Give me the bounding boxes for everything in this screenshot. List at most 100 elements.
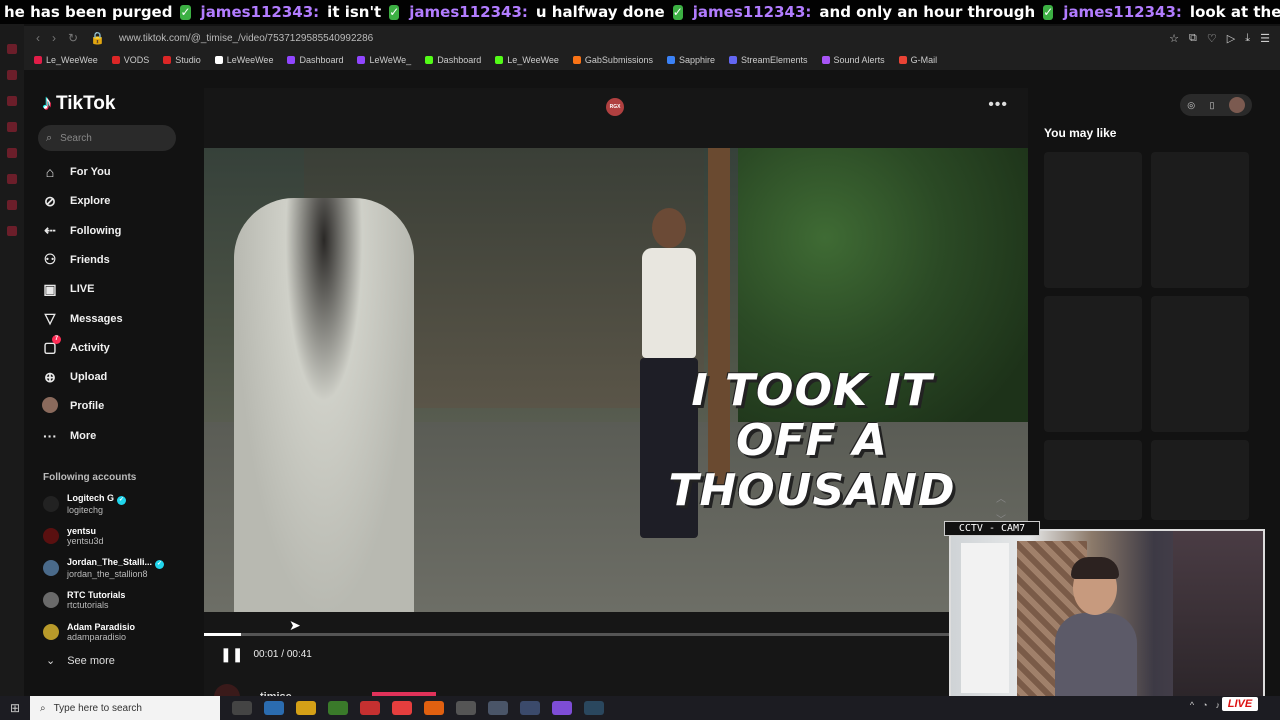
extension-icon[interactable]: ⧉: [1189, 32, 1197, 45]
avatar: [43, 592, 59, 608]
following-account[interactable]: RTC Tutorials rtctutorials: [43, 586, 203, 614]
app-icon[interactable]: [456, 701, 476, 715]
brave-icon[interactable]: [424, 701, 444, 715]
sidebar-item-live[interactable]: ▣ LIVE: [42, 279, 94, 299]
tiktok-logo[interactable]: ♪ TikTok: [42, 92, 115, 115]
app-icon[interactable]: [488, 701, 508, 715]
video-player[interactable]: I TOOK IT OFF A THOUSAND ︿ ﹀ ♥: [204, 148, 1028, 612]
account-handle: adamparadisio: [67, 632, 127, 642]
bookmark-item[interactable]: G-Mail: [898, 55, 937, 65]
volume-icon[interactable]: ♪: [1216, 700, 1221, 710]
sidebar-item-following[interactable]: ⇠ Following: [42, 221, 121, 241]
chevron-up-icon[interactable]: ︿: [996, 490, 1006, 505]
recommendation-thumb[interactable]: [1151, 440, 1249, 520]
sidebar-item-friends[interactable]: ⚇ Friends: [42, 250, 110, 270]
account-name-text: Jordan_The_Stalli...: [67, 557, 153, 567]
side-panel-icon[interactable]: [7, 226, 17, 236]
menu-icon[interactable]: ☰: [1260, 32, 1270, 45]
account-names: Logitech G ✓ logitechg: [67, 493, 126, 515]
side-panel-icon[interactable]: [7, 44, 17, 54]
compass-icon[interactable]: ◎: [1187, 100, 1195, 111]
windows-start-icon[interactable]: ⊞: [0, 701, 30, 715]
bookmark-favicon-icon: [357, 56, 366, 64]
search-box[interactable]: ⌕: [38, 125, 176, 151]
back-icon[interactable]: ‹: [36, 31, 40, 45]
side-panel-icon[interactable]: [7, 70, 17, 80]
profile-avatar[interactable]: [1228, 97, 1245, 113]
avatar: [43, 528, 59, 544]
bookmark-item[interactable]: Sapphire: [666, 55, 715, 65]
bookmark-item[interactable]: Le_WeeWee: [34, 55, 98, 65]
recommendation-thumb[interactable]: [1151, 152, 1249, 288]
side-panel-icon[interactable]: [7, 174, 17, 184]
bookmark-item[interactable]: Sound Alerts: [821, 55, 885, 65]
sidebar-item-explore[interactable]: ⊘ Explore: [42, 191, 110, 211]
caption-line: THOUSAND: [668, 465, 956, 516]
webcam-person: [1051, 557, 1141, 704]
side-panel-icon[interactable]: [7, 200, 17, 210]
discord-icon[interactable]: [552, 701, 572, 715]
taskbar: ⊞ ⌕ Type here to search ^ ◔ ♪: [0, 696, 1280, 720]
network-icon[interactable]: ◔: [1202, 700, 1207, 710]
steam-icon[interactable]: [584, 701, 604, 715]
sidebar-item-profile[interactable]: Profile: [42, 396, 104, 416]
sidebar-item-activity[interactable]: ▢ 7 Activity: [42, 334, 110, 358]
video-caption: I TOOK IT OFF A THOUSAND: [652, 366, 972, 516]
inbox-icon[interactable]: ▯: [1209, 100, 1214, 111]
video-panel: RGX ••• I TOOK IT OFF A THOUSAND ︿ ﹀: [204, 88, 1028, 710]
recommendation-thumb[interactable]: [1044, 296, 1142, 432]
forward-icon[interactable]: ›: [52, 31, 56, 45]
following-account[interactable]: Jordan_The_Stalli... ✓ jordan_the_stallion…: [43, 554, 203, 582]
bookmark-item[interactable]: LeWeWe_: [357, 55, 411, 65]
sidebar-item-for-you[interactable]: ⌂ For You: [42, 162, 111, 182]
bookmark-favicon-icon: [898, 56, 907, 64]
progress-bar[interactable]: [204, 633, 950, 636]
reload-icon[interactable]: ↻: [68, 31, 78, 45]
app-icon[interactable]: [328, 701, 348, 715]
app-icon[interactable]: [360, 701, 380, 715]
sidebar-item-upload[interactable]: ⊕ Upload: [42, 367, 107, 387]
following-account[interactable]: Logitech G ✓ logitechg: [43, 490, 203, 518]
nav-buttons: ‹ › ↻ 🔒: [24, 31, 105, 45]
channel-badge[interactable]: RGX: [606, 98, 624, 116]
recommendation-thumb[interactable]: [1151, 296, 1249, 432]
side-panel-icon[interactable]: [7, 148, 17, 158]
app-icon[interactable]: [520, 701, 540, 715]
bookmark-item[interactable]: LeWeeWee: [214, 55, 273, 65]
opera-icon[interactable]: [392, 701, 412, 715]
side-panel-icon[interactable]: [7, 122, 17, 132]
more-options-icon[interactable]: •••: [988, 96, 1008, 114]
sidebar-item-messages[interactable]: ▽ Messages: [42, 309, 123, 329]
bookmark-item[interactable]: Dashboard: [287, 55, 343, 65]
bookmark-icon[interactable]: ☆: [1169, 32, 1179, 45]
app-icon[interactable]: [264, 701, 284, 715]
following-account[interactable]: yentsu yentsu3d: [43, 522, 203, 550]
task-view-icon[interactable]: [232, 701, 252, 715]
bookmark-item[interactable]: StreamElements: [729, 55, 808, 65]
taskbar-search[interactable]: ⌕ Type here to search: [30, 696, 220, 720]
sidebar-item-more[interactable]: ··· More: [42, 426, 96, 446]
pause-icon[interactable]: ❚❚: [220, 646, 243, 663]
download-icon[interactable]: ⤓: [1245, 32, 1250, 45]
recommendation-thumb[interactable]: [1044, 440, 1142, 520]
following-account[interactable]: Adam Paradisio adamparadisio: [43, 618, 203, 646]
verified-icon: ✓: [155, 560, 165, 569]
account-name-text: yentsu: [67, 526, 97, 536]
bookmark-item[interactable]: GabSubmissions: [572, 55, 653, 65]
recommendation-thumb[interactable]: [1044, 152, 1142, 288]
heart-icon[interactable]: ♡: [1207, 32, 1217, 45]
bookmark-item[interactable]: Le_WeeWee: [495, 55, 559, 65]
sidebar-item-label: Profile: [70, 400, 105, 413]
bookmark-label: Le_WeeWee: [46, 55, 98, 65]
bookmark-item[interactable]: VODS: [111, 55, 149, 65]
play-icon[interactable]: ▷: [1227, 32, 1235, 45]
see-more-button[interactable]: ⌄ See more: [46, 654, 115, 668]
folder-icon[interactable]: [296, 701, 316, 715]
account-display-name: Logitech G ✓: [67, 493, 126, 505]
chevron-up-icon[interactable]: ^: [1190, 700, 1194, 710]
url-field[interactable]: www.tiktok.com/@_timise_/video/753712958…: [119, 33, 373, 44]
side-panel-icon[interactable]: [7, 96, 17, 106]
bookmark-item[interactable]: Studio: [163, 55, 201, 65]
search-input[interactable]: [60, 132, 161, 144]
bookmark-item[interactable]: Dashboard: [425, 55, 481, 65]
